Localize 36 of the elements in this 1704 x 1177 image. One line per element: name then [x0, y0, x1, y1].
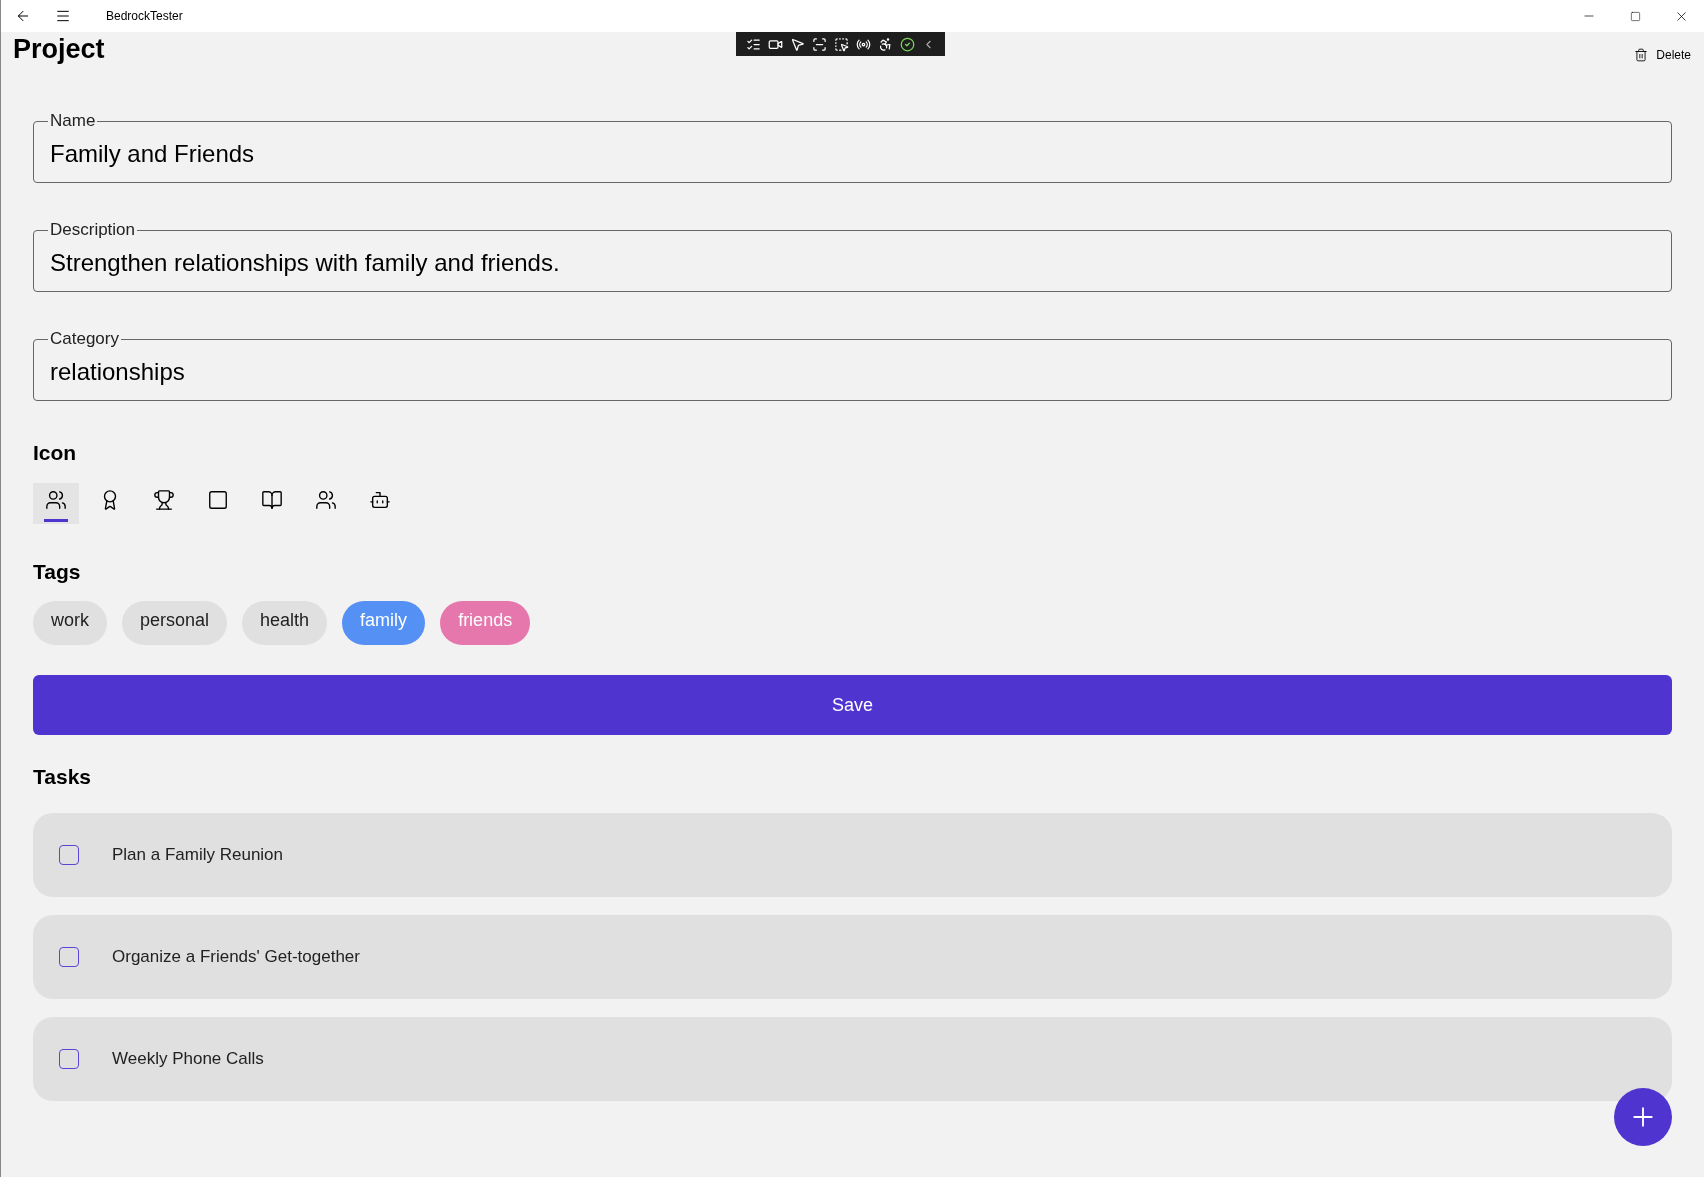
square-icon [207, 488, 229, 511]
task-title: Plan a Family Reunion [112, 843, 284, 866]
icon-option[interactable] [33, 482, 79, 524]
check-icon[interactable] [900, 36, 915, 52]
section-heading: Tags [33, 558, 82, 585]
people-icon [315, 488, 337, 511]
tag-chip[interactable]: health [242, 601, 328, 645]
task-checkbox[interactable] [59, 844, 79, 865]
text-field[interactable]: Name Family and Friends [33, 112, 1672, 183]
book-icon [261, 488, 283, 511]
delete-button[interactable]: Delete [1634, 46, 1691, 64]
task-checkbox[interactable] [59, 1048, 79, 1069]
pointer-icon[interactable] [790, 36, 805, 52]
task-checkbox[interactable] [59, 946, 79, 967]
trash-icon [1634, 48, 1649, 62]
tag-chip[interactable]: work [33, 601, 107, 645]
tag-chip[interactable]: personal [122, 601, 228, 645]
visual-tree-icon[interactable] [746, 36, 761, 52]
text-field[interactable]: Description Strengthen relationships with family and friends. [33, 221, 1672, 292]
task-title: Weekly Phone Calls [112, 1047, 264, 1070]
menu-icon [55, 8, 71, 24]
trophy-icon [153, 488, 175, 511]
task-title: Organize a Friends' Get-together [112, 945, 360, 968]
select-icon[interactable] [834, 36, 849, 52]
maximize-icon [1629, 10, 1641, 22]
frame-icon[interactable] [812, 36, 827, 52]
window-title: BedrockTester [106, 8, 183, 25]
section-heading: Icon [33, 440, 78, 466]
accessibility-icon[interactable] [878, 36, 893, 52]
save-button[interactable]: Save [33, 675, 1672, 735]
people-icon [45, 488, 67, 511]
section-heading: Tasks [33, 764, 92, 790]
back-arrow-icon [15, 8, 31, 24]
text-field[interactable]: Category relationships [33, 330, 1672, 401]
add-button[interactable] [1614, 1088, 1672, 1146]
page-title: Project [13, 33, 105, 66]
